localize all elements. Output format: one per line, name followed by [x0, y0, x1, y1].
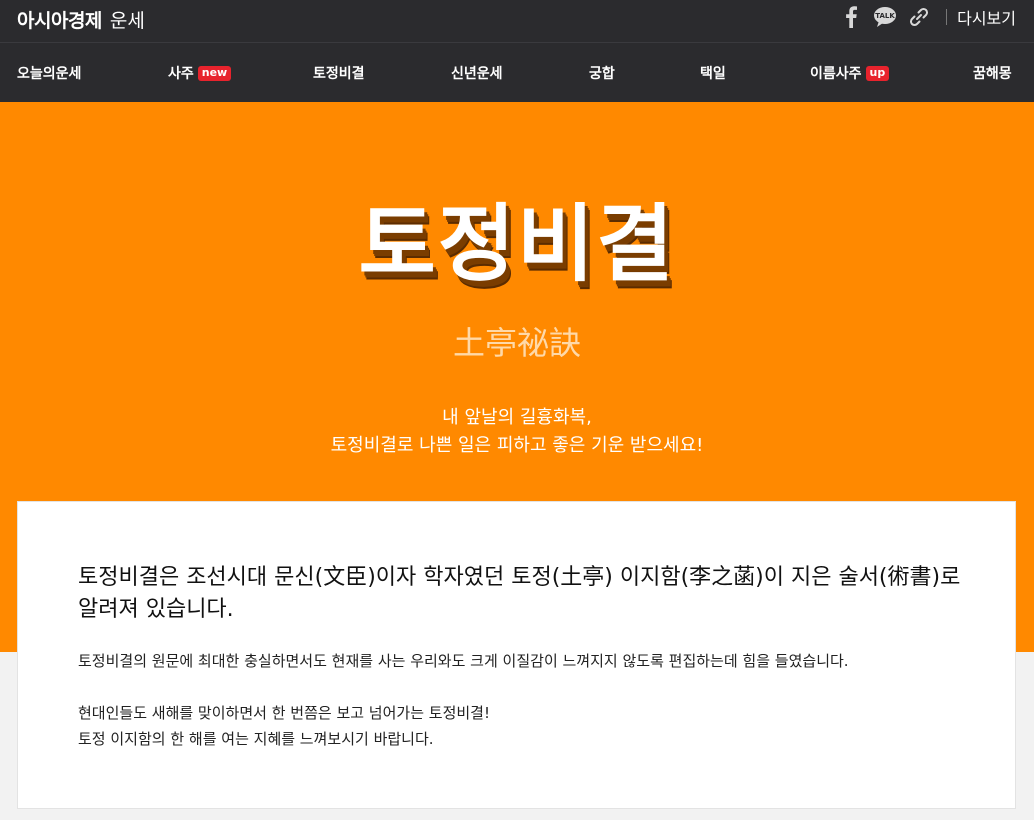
- new-badge: new: [197, 65, 232, 81]
- intro-line: 현대인들도 새해를 맞이하면서 한 번쯤은 보고 넘어가는 토정비결!: [78, 704, 490, 722]
- hero-subtitle: 내 앞날의 길흉화복, 토정비결로 나쁜 일은 피하고 좋은 기운 받으세요!: [0, 404, 1034, 460]
- facebook-icon[interactable]: [838, 4, 864, 30]
- top-header-bar: 아시아경제 운세 TALK 다시보기: [0, 0, 1034, 42]
- intro-card: 토정비결은 조선시대 문신(文臣)이자 학자였던 토정(土亭) 이지함(李之菡)…: [17, 501, 1016, 809]
- intro-paragraph: 토정비결의 원문에 최대한 충실하면서도 현재를 사는 우리와도 크게 이질감이…: [78, 652, 849, 670]
- replay-button[interactable]: 다시보기: [957, 5, 1016, 29]
- nav-item-name-saju[interactable]: 이름사주 up: [810, 43, 890, 103]
- link-icon[interactable]: [906, 4, 932, 30]
- nav-item-date-selection[interactable]: 택일: [700, 43, 726, 103]
- nav-label: 이름사주: [810, 66, 862, 82]
- nav-item-saju[interactable]: 사주 new: [168, 43, 232, 103]
- nav-item-compatibility[interactable]: 궁합: [589, 43, 615, 103]
- hero-hanja: 土亭祕訣: [452, 324, 581, 362]
- divider: [946, 9, 948, 25]
- brand-section: 운세: [109, 10, 145, 32]
- kakaotalk-label: TALK: [875, 12, 895, 20]
- hero-subtitle-line: 내 앞날의 길흉화복,: [442, 407, 592, 428]
- nav-item-today-fortune[interactable]: 오늘의운세: [17, 43, 81, 103]
- nav-label: 오늘의운세: [17, 66, 82, 82]
- intro-paragraph: 현대인들도 새해를 맞이하면서 한 번쯤은 보고 넘어가는 토정비결! 토정 이…: [78, 700, 978, 752]
- nav-label: 사주: [168, 66, 194, 82]
- nav-label: 꿈해몽: [973, 66, 1012, 82]
- share-actions: TALK 다시보기: [830, 0, 1016, 34]
- intro-lead: 토정비결은 조선시대 문신(文臣)이자 학자였던 토정(土亭) 이지함(李之菡)…: [78, 565, 961, 622]
- nav-label: 택일: [700, 66, 726, 82]
- brand-name: 아시아경제: [17, 10, 102, 32]
- up-badge: up: [865, 65, 890, 81]
- nav-item-newyear[interactable]: 신년운세: [451, 43, 503, 103]
- main-nav: 오늘의운세 사주 new 토정비결 신년운세 궁합 택일 이름사주 up 꿈해몽: [0, 42, 1034, 103]
- nav-label: 신년운세: [451, 66, 503, 82]
- hero-title: 토정비결: [358, 195, 676, 293]
- site-logo[interactable]: 아시아경제 운세: [17, 6, 145, 34]
- nav-label: 토정비결: [313, 66, 365, 82]
- hero-subtitle-line: 토정비결로 나쁜 일은 피하고 좋은 기운 받으세요!: [330, 435, 704, 456]
- nav-item-dream[interactable]: 꿈해몽: [973, 43, 1012, 103]
- kakaotalk-icon[interactable]: TALK: [872, 4, 898, 30]
- intro-line: 토정 이지함의 한 해를 여는 지혜를 느껴보시기 바랍니다.: [78, 730, 434, 748]
- nav-label: 궁합: [589, 66, 615, 82]
- nav-item-tojeong[interactable]: 토정비결: [313, 43, 365, 103]
